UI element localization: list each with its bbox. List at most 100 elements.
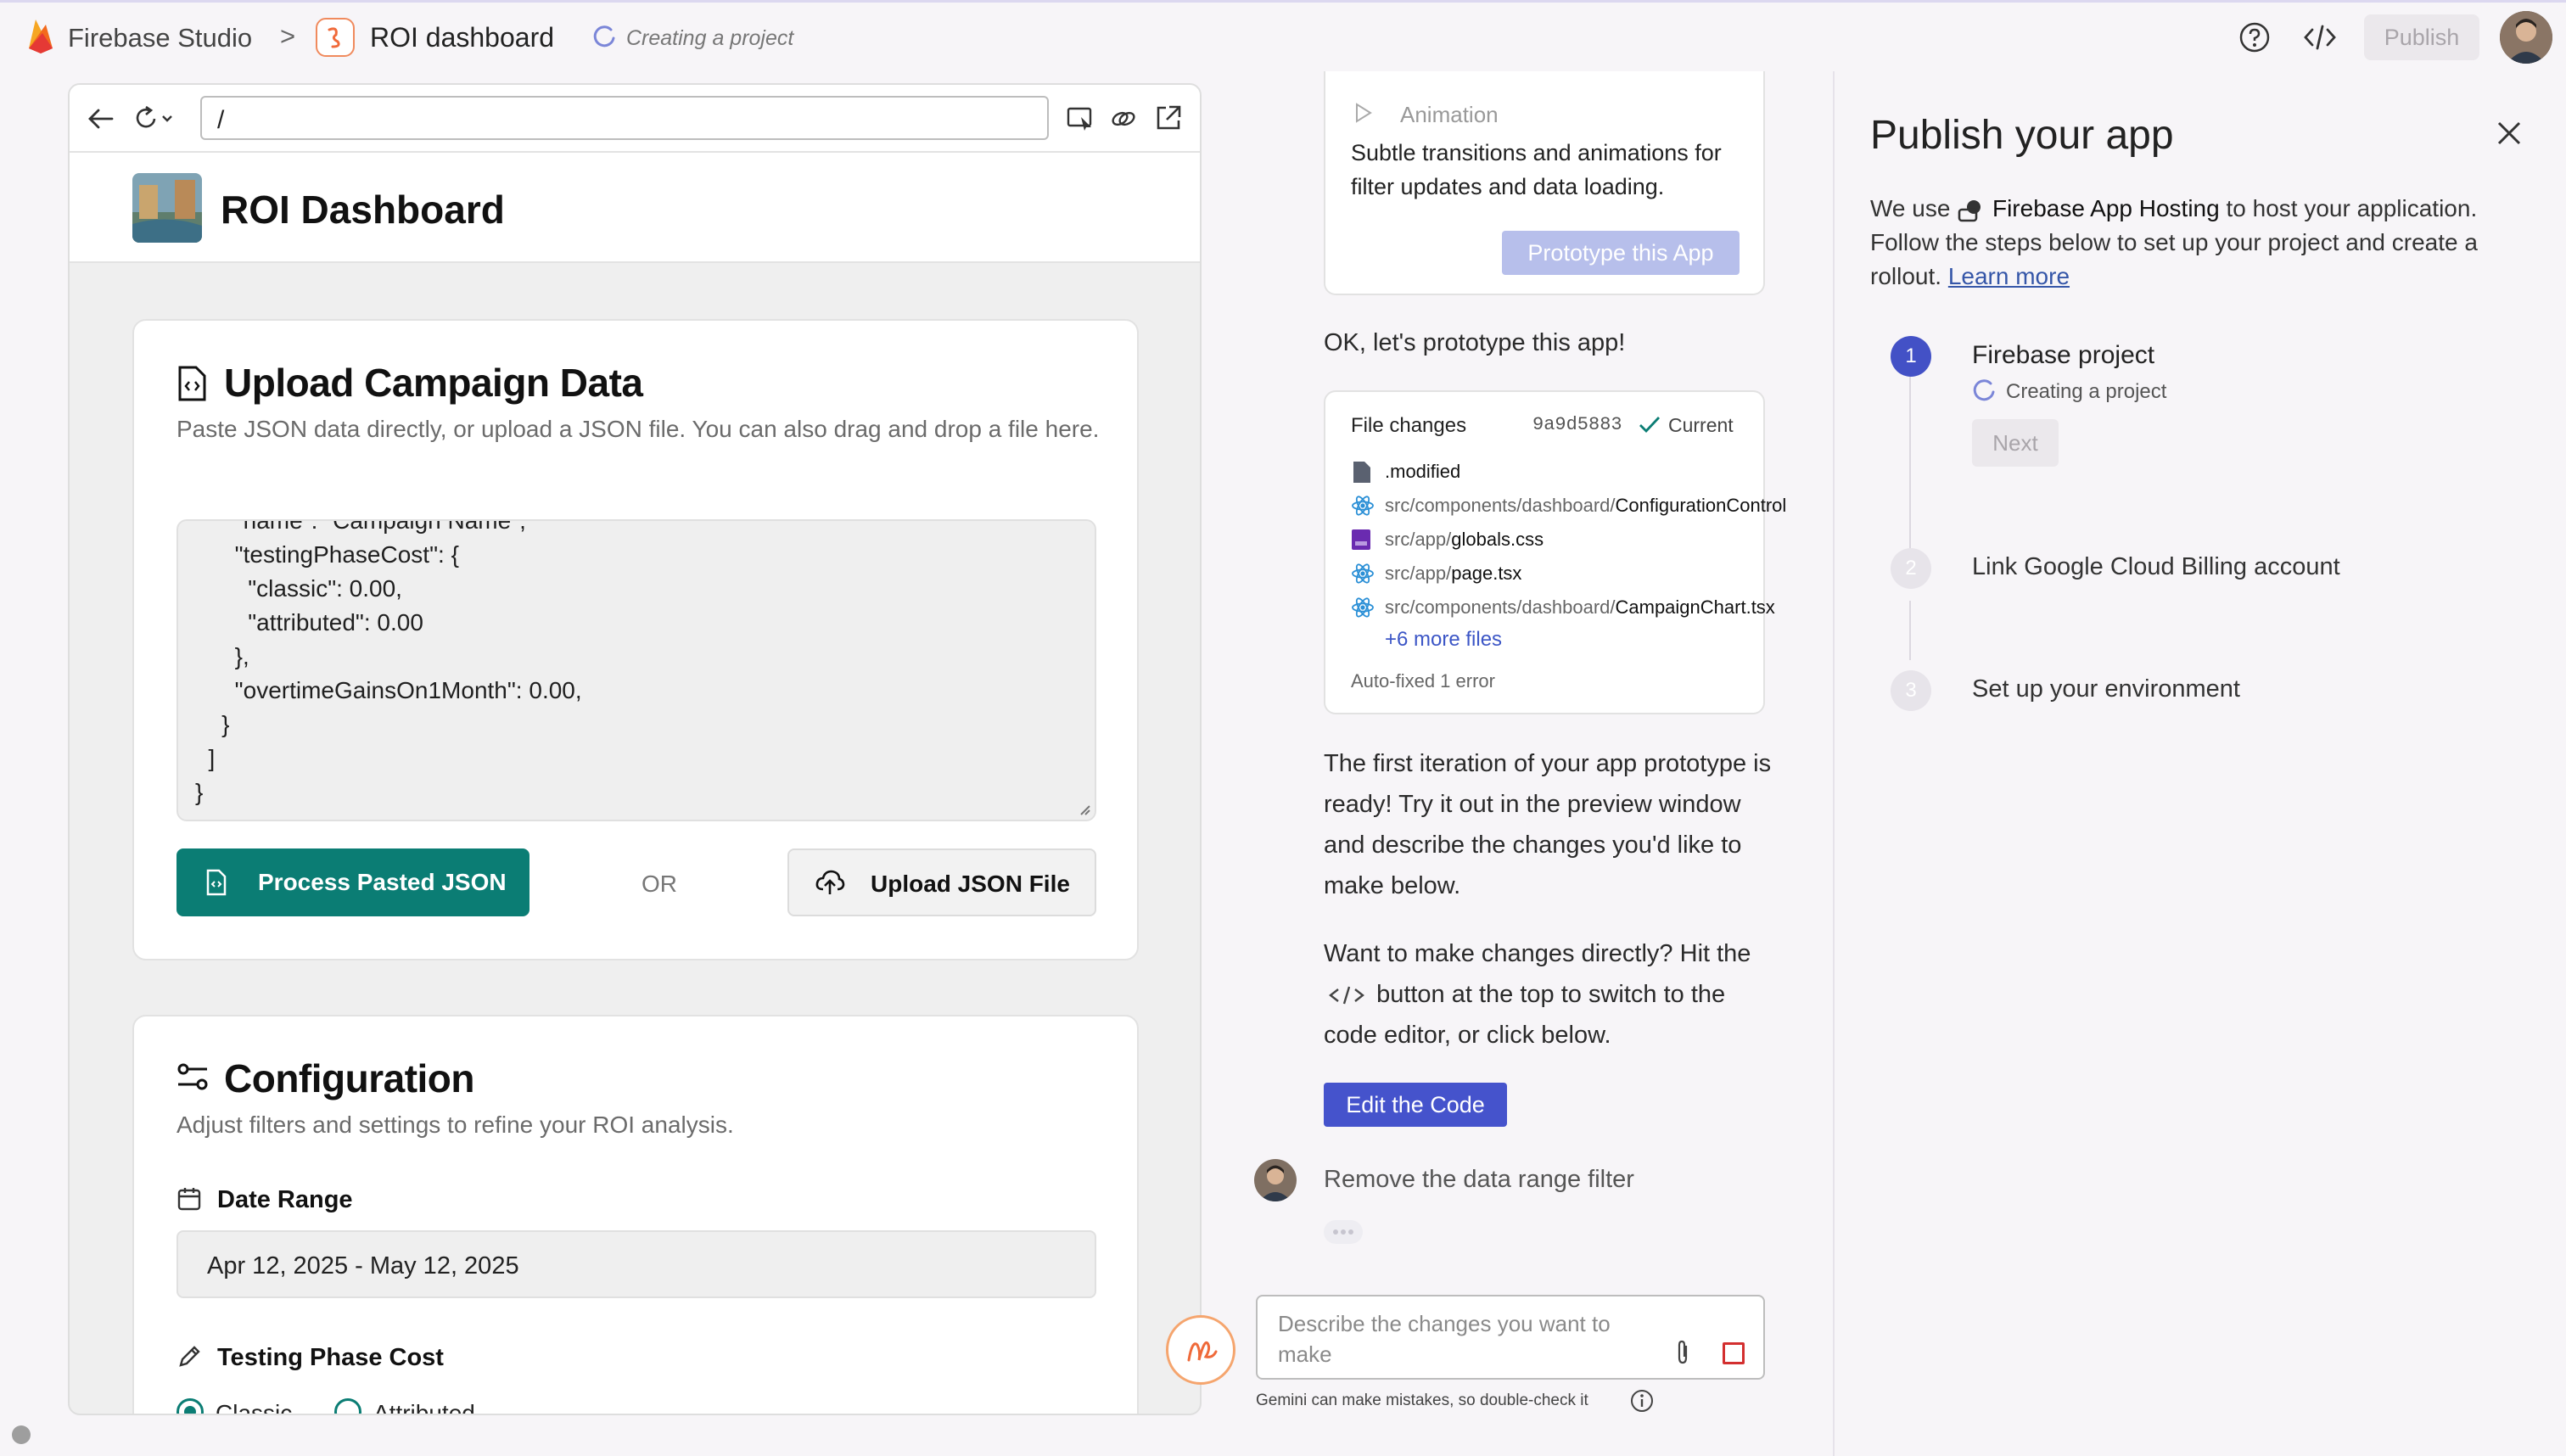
file-change-item[interactable]: src/components/dashboard/CampaignChart.t…	[1351, 591, 1826, 624]
user-message: Remove the data range filter	[1324, 1166, 1634, 1193]
preview-url-input[interactable]: /	[200, 96, 1049, 140]
user-avatar-small	[1254, 1159, 1297, 1201]
step-1-status: Creating a project	[2006, 380, 2167, 403]
status-dot	[12, 1425, 31, 1444]
radio-classic-label: Classic	[216, 1400, 293, 1415]
file-name: ConfigurationControl	[1615, 495, 1787, 516]
radio-attributed[interactable]	[334, 1398, 361, 1414]
file-dir: src/components/dashboard/	[1385, 495, 1616, 516]
code-line: "name": "Campaign Name",	[195, 519, 526, 534]
learn-more-link[interactable]: Learn more	[1948, 263, 2070, 289]
react-icon	[1351, 596, 1385, 619]
resize-handle-icon[interactable]	[1078, 803, 1091, 816]
step-2-label[interactable]: Link Google Cloud Billing account	[1972, 553, 2340, 581]
next-button[interactable]: Next	[1972, 419, 2059, 467]
assistant-message: OK, let's prototype this app!	[1324, 329, 1626, 356]
date-range-picker[interactable]: Apr 12, 2025 - May 12, 2025	[176, 1230, 1096, 1298]
code-view-icon[interactable]	[2303, 23, 2337, 52]
configuration-card: Configuration Adjust filters and setting…	[132, 1015, 1139, 1415]
code-line: "classic": 0.00,	[195, 575, 402, 602]
file-change-item[interactable]: src/app/page.tsx	[1351, 557, 1826, 591]
file-dir: src/app/	[1385, 563, 1452, 584]
file-change-item[interactable]: src/app/globals.css	[1351, 523, 1826, 557]
file-changes-card: File changes 9a9d5883 Current .modified s…	[1324, 390, 1786, 714]
prompt-input[interactable]: Describe the changes you want to make	[1256, 1295, 1765, 1380]
file-change-item[interactable]: .modified	[1351, 455, 1826, 489]
top-bar: Firebase Studio > ROI dashboard Creating…	[0, 0, 2566, 71]
back-arrow-icon[interactable]	[87, 105, 115, 132]
more-files-link[interactable]: +6 more files	[1385, 628, 1502, 652]
reload-icon[interactable]	[132, 104, 178, 134]
testing-phase-cost-label: Testing Phase Cost	[217, 1344, 444, 1371]
project-name[interactable]: ROI dashboard	[370, 22, 554, 53]
code-line: }	[195, 779, 204, 805]
file-icon	[1351, 460, 1385, 484]
gemini-assistant-icon[interactable]	[1166, 1315, 1235, 1385]
radio-dot	[184, 1406, 196, 1414]
check-icon	[1638, 414, 1661, 434]
code-icon	[1327, 984, 1366, 1006]
close-icon[interactable]	[2495, 119, 2524, 148]
configuration-title: Configuration	[224, 1056, 475, 1100]
commit-hash[interactable]: 9a9d5883	[1532, 414, 1622, 435]
select-element-icon[interactable]	[1066, 105, 1095, 132]
step-1-number: 1	[1891, 336, 1931, 377]
preview-toolbar: /	[70, 85, 1200, 153]
react-icon	[1351, 562, 1385, 585]
code-line: }	[195, 711, 230, 737]
json-textarea[interactable]: "name": "Campaign Name", "testingPhaseCo…	[176, 519, 1096, 821]
stepper-line	[1909, 601, 1911, 660]
play-icon	[1354, 102, 1373, 124]
process-json-label: Process Pasted JSON	[258, 869, 507, 895]
process-json-button[interactable]: Process Pasted JSON	[176, 848, 529, 916]
configuration-description: Adjust filters and settings to refine yo…	[176, 1112, 734, 1138]
app-hosting-icon	[1957, 198, 1986, 223]
app-title: ROI Dashboard	[221, 188, 505, 232]
upload-json-button[interactable]: Upload JSON File	[787, 848, 1096, 916]
step-3-number: 3	[1891, 670, 1931, 711]
attach-icon[interactable]	[1673, 1339, 1692, 1366]
brand-name[interactable]: Firebase Studio	[68, 23, 252, 53]
firebase-logo-icon	[25, 16, 56, 55]
direct-edit-text-1: Want to make changes directly? Hit the	[1324, 940, 1751, 967]
file-name: globals.css	[1451, 529, 1544, 550]
code-line: "attributed": 0.00	[195, 609, 423, 636]
prototype-app-button[interactable]: Prototype this App	[1502, 231, 1740, 275]
radio-classic[interactable]	[176, 1398, 204, 1414]
edit-code-button[interactable]: Edit the Code	[1324, 1083, 1507, 1127]
link-icon[interactable]	[1110, 105, 1137, 132]
help-icon[interactable]	[2238, 21, 2271, 53]
date-range-label: Date Range	[217, 1186, 353, 1213]
publish-button[interactable]: Publish	[2364, 14, 2479, 60]
or-label: OR	[642, 871, 677, 897]
prompt-placeholder: Describe the changes you want to make	[1278, 1311, 1611, 1367]
publish-title: Publish your app	[1870, 113, 2174, 158]
current-label: Current	[1668, 414, 1734, 436]
cloud-upload-icon	[815, 869, 845, 896]
feature-card: Animation Subtle transitions and animati…	[1324, 71, 1765, 295]
step-3-label[interactable]: Set up your environment	[1972, 675, 2240, 703]
file-change-item[interactable]: src/components/dashboard/ConfigurationCo…	[1351, 489, 1826, 523]
animation-label: Animation	[1400, 102, 1499, 127]
info-icon[interactable]	[1629, 1388, 1655, 1414]
app-logo	[132, 173, 202, 243]
project-icon	[316, 18, 355, 57]
file-dir: src/app/	[1385, 529, 1452, 550]
stop-icon[interactable]	[1723, 1342, 1745, 1364]
pencil-icon	[176, 1344, 202, 1369]
user-avatar[interactable]	[2500, 11, 2552, 64]
upload-title: Upload Campaign Data	[224, 361, 643, 405]
breadcrumb-separator: >	[280, 21, 296, 51]
ready-message: The first iteration of your app prototyp…	[1324, 750, 1772, 899]
file-name: CampaignChart.tsx	[1615, 596, 1775, 618]
radio-attributed-label: Attributed	[373, 1400, 475, 1415]
app-header: ROI Dashboard	[70, 153, 1200, 263]
code-line: },	[195, 643, 249, 669]
animation-description: Subtle transitions and animations for fi…	[1351, 140, 1722, 199]
step-1-label[interactable]: Firebase project	[1972, 341, 2154, 370]
open-external-icon[interactable]	[1154, 104, 1183, 132]
publish-panel: Publish your app We use Firebase App Hos…	[1833, 71, 2566, 1456]
file-dir: src/components/dashboard/	[1385, 596, 1616, 618]
react-icon	[1351, 494, 1385, 518]
intro-text-1: We use	[1870, 195, 1951, 221]
